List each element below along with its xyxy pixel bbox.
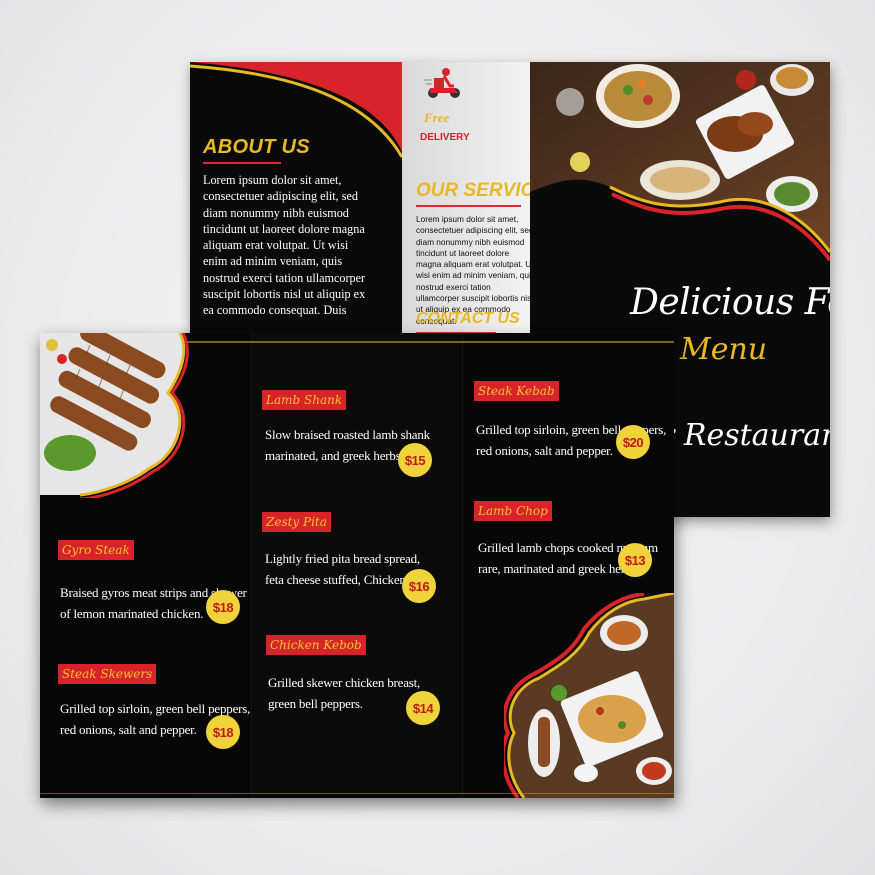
price-badge: $15 (398, 443, 432, 477)
menu-item-name: Steak Skewers (58, 664, 157, 684)
fold-line-1 (251, 333, 253, 798)
services-underline (416, 205, 521, 207)
desc-line: green bell peppers. (268, 695, 363, 711)
desc-line: Grilled skewer chicken breast, (268, 675, 421, 690)
price-badge: $18 (206, 590, 240, 624)
delivery-word: DELIVERY (420, 132, 470, 143)
menu-item-desc: Lightly fried pita bread spread, feta ch… (265, 549, 420, 590)
rice-platter-photo (504, 593, 674, 798)
kebab-plate-photo (40, 333, 189, 498)
fold-line-2 (462, 333, 464, 798)
menu-item-name: Chicken Kebob (266, 635, 366, 655)
menu-item-name: Zesty Pita (262, 512, 331, 532)
menu-item-name: Gyro Steak (58, 540, 134, 560)
about-title: ABOUT US (203, 136, 310, 158)
price-badge: $18 (206, 715, 240, 749)
menu-item-name: Steak Kebab (474, 381, 559, 401)
delivery-scooter-icon (424, 68, 460, 98)
contact-title: CONTACT US (416, 310, 520, 327)
about-underline (203, 162, 281, 164)
price-badge: $16 (402, 569, 436, 603)
cover-title-line1: Delicious Food (630, 282, 830, 323)
menu-item-name: Lamb Shank (262, 390, 347, 410)
menu-item-name: Lamb Chop (474, 501, 552, 521)
cover-title-line3: r Restaurant (660, 418, 830, 453)
desc-line: Slow braised roasted lamb shank (265, 427, 430, 442)
price-badge: $13 (618, 543, 652, 577)
desc-line: feta cheese stuffed, Chicken. (265, 571, 409, 587)
front-brochure: Gyro Steak Braised gyros meat strips and… (40, 333, 674, 798)
price-badge: $14 (406, 691, 440, 725)
delivery-free-text: Free (424, 110, 450, 125)
cover-title-line2: Menu (680, 332, 768, 367)
menu-item-desc: Grilled skewer chicken breast, green bel… (268, 673, 420, 714)
price-badge: $20 (616, 425, 650, 459)
desc-line: Lightly fried pita bread spread, (265, 551, 420, 566)
bottom-gold-line (40, 793, 674, 794)
about-body: Lorem ipsum dolor sit amet, consectetuer… (203, 173, 366, 318)
